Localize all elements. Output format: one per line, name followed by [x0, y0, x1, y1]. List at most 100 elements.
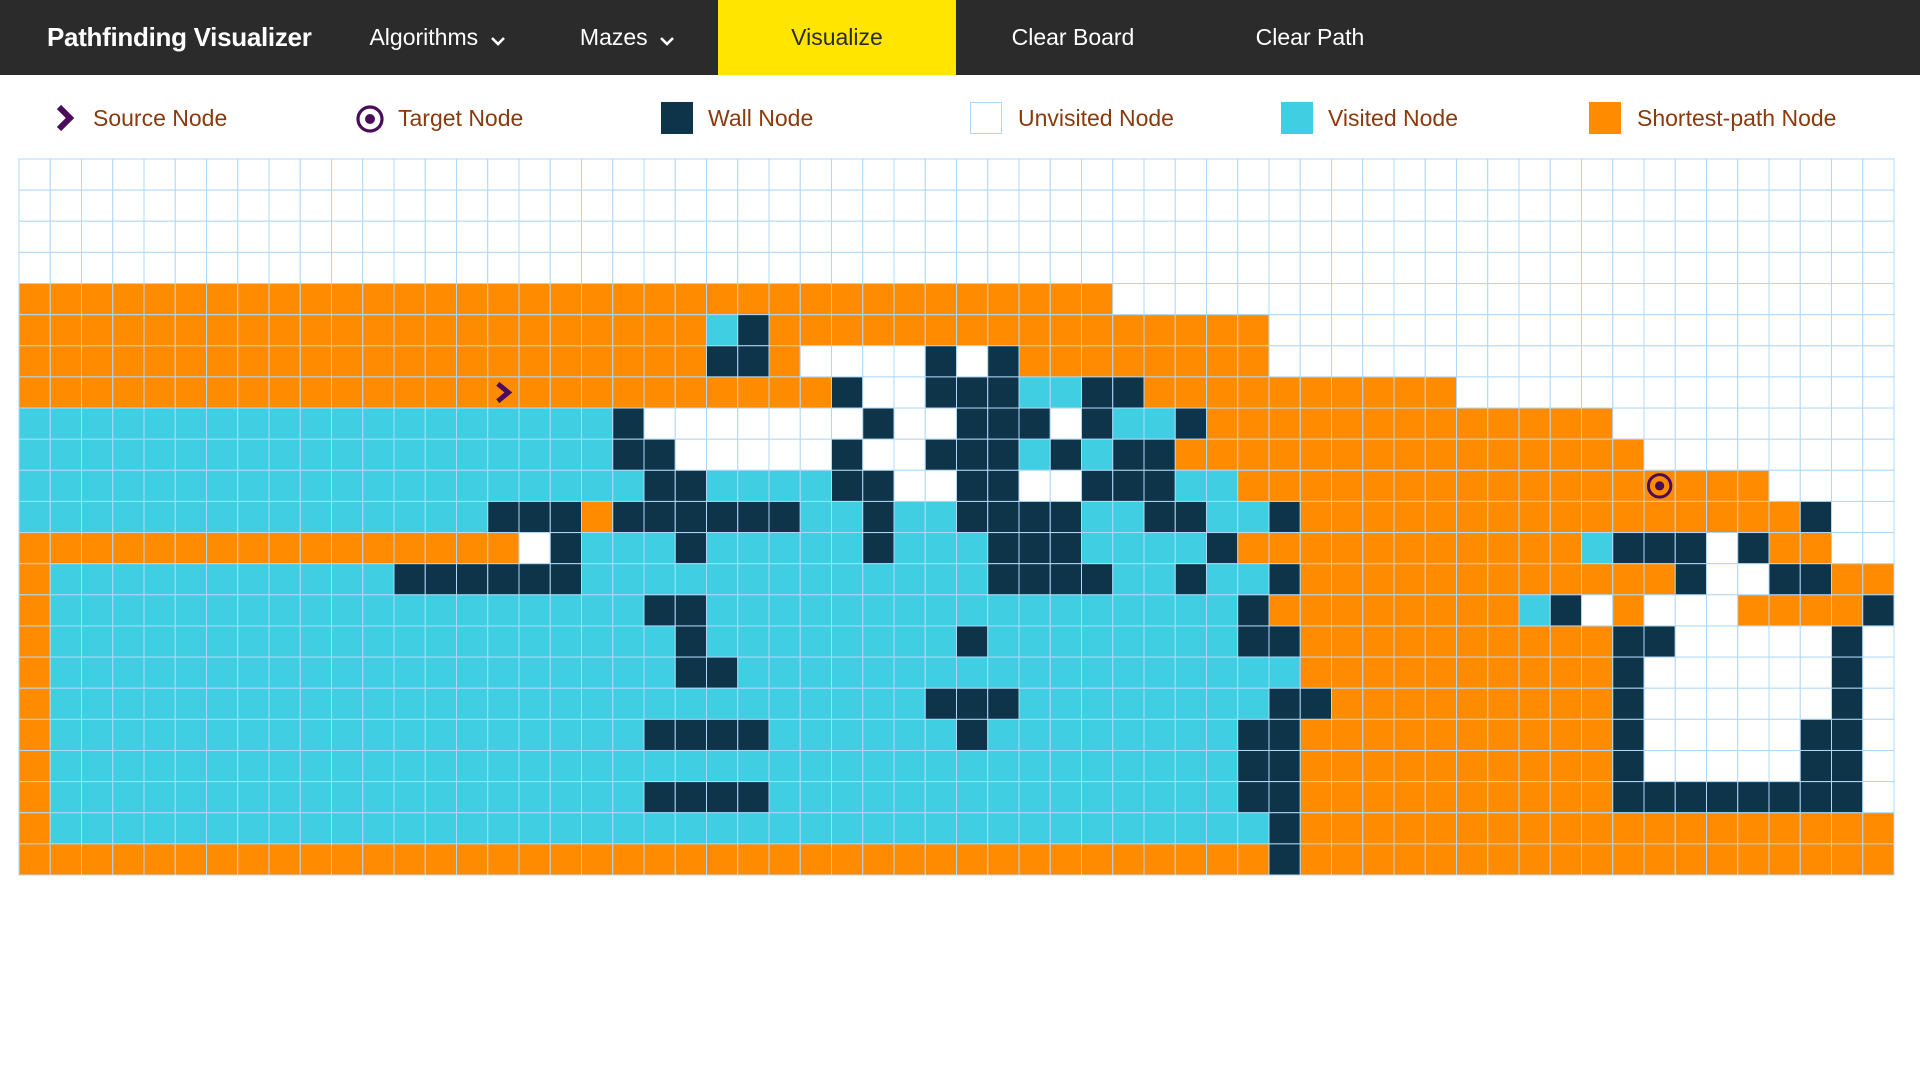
visited-node[interactable] [206, 500, 239, 534]
shortest-path-node[interactable] [1206, 407, 1239, 440]
unvisited-node[interactable] [674, 189, 707, 222]
visited-node[interactable] [331, 407, 364, 440]
unvisited-node[interactable] [1112, 220, 1145, 253]
shortest-path-node[interactable] [549, 843, 582, 876]
shortest-path-node[interactable] [1393, 749, 1426, 783]
unvisited-node[interactable] [1674, 376, 1707, 409]
shortest-path-node[interactable] [1549, 563, 1582, 596]
wall-node[interactable] [956, 376, 989, 409]
shortest-path-node[interactable] [1768, 843, 1801, 876]
unvisited-node[interactable] [1612, 220, 1645, 253]
unvisited-node[interactable] [143, 220, 176, 253]
visited-node[interactable] [956, 781, 989, 814]
wall-node[interactable] [1706, 781, 1739, 814]
visited-node[interactable] [393, 812, 426, 845]
unvisited-node[interactable] [1768, 625, 1801, 658]
shortest-path-node[interactable] [1018, 843, 1051, 876]
wall-node[interactable] [956, 625, 989, 658]
visited-node[interactable] [799, 500, 832, 534]
shortest-path-node[interactable] [49, 314, 82, 347]
shortest-path-node[interactable] [456, 314, 489, 347]
shortest-path-node[interactable] [1237, 407, 1270, 440]
unvisited-node[interactable] [1174, 251, 1207, 285]
unvisited-node[interactable] [1799, 625, 1832, 658]
visited-node[interactable] [362, 781, 395, 814]
visited-node[interactable] [456, 469, 489, 502]
wall-node[interactable] [987, 469, 1020, 502]
shortest-path-node[interactable] [487, 345, 520, 378]
shortest-path-node[interactable] [1299, 469, 1332, 502]
shortest-path-node[interactable] [1581, 812, 1614, 845]
unvisited-node[interactable] [1487, 251, 1520, 285]
shortest-path-node[interactable] [143, 532, 176, 565]
unvisited-node[interactable] [1862, 158, 1895, 191]
wall-node[interactable] [1549, 594, 1582, 627]
unvisited-node[interactable] [581, 251, 614, 285]
shortest-path-node[interactable] [299, 283, 332, 316]
unvisited-node[interactable] [1862, 469, 1895, 502]
shortest-path-node[interactable] [1487, 625, 1520, 658]
visited-node[interactable] [456, 625, 489, 658]
shortest-path-node[interactable] [81, 283, 114, 316]
shortest-path-node[interactable] [1487, 781, 1520, 814]
visited-node[interactable] [143, 563, 176, 596]
shortest-path-node[interactable] [206, 376, 239, 409]
unvisited-node[interactable] [1799, 345, 1832, 378]
shortest-path-node[interactable] [1456, 812, 1489, 845]
visited-node[interactable] [549, 625, 582, 658]
visited-node[interactable] [206, 625, 239, 658]
visited-node[interactable] [1112, 781, 1145, 814]
shortest-path-node[interactable] [1487, 843, 1520, 876]
shortest-path-node[interactable] [1299, 594, 1332, 627]
wall-node[interactable] [706, 656, 739, 689]
visited-node[interactable] [424, 469, 457, 502]
visited-node[interactable] [237, 407, 270, 440]
visited-node[interactable] [987, 812, 1020, 845]
shortest-path-node[interactable] [799, 843, 832, 876]
unvisited-node[interactable] [1299, 158, 1332, 191]
visited-node[interactable] [174, 469, 207, 502]
shortest-path-node[interactable] [643, 283, 676, 316]
unvisited-node[interactable] [1581, 220, 1614, 253]
unvisited-node[interactable] [518, 220, 551, 253]
visited-node[interactable] [362, 563, 395, 596]
unvisited-node[interactable] [1799, 220, 1832, 253]
wall-node[interactable] [956, 500, 989, 534]
shortest-path-node[interactable] [237, 345, 270, 378]
shortest-path-node[interactable] [1768, 594, 1801, 627]
shortest-path-node[interactable] [1518, 625, 1551, 658]
visited-node[interactable] [1112, 656, 1145, 689]
visited-node[interactable] [424, 500, 457, 534]
unvisited-node[interactable] [1549, 314, 1582, 347]
visited-node[interactable] [206, 656, 239, 689]
unvisited-node[interactable] [1799, 687, 1832, 720]
shortest-path-node[interactable] [1518, 407, 1551, 440]
shortest-path-node[interactable] [1612, 438, 1645, 471]
unvisited-node[interactable] [1862, 345, 1895, 378]
shortest-path-node[interactable] [831, 843, 864, 876]
unvisited-node[interactable] [612, 158, 645, 191]
visited-node[interactable] [1268, 656, 1301, 689]
unvisited-node[interactable] [1862, 407, 1895, 440]
visited-node[interactable] [706, 469, 739, 502]
shortest-path-node[interactable] [1299, 656, 1332, 689]
unvisited-node[interactable] [1737, 189, 1770, 222]
shortest-path-node[interactable] [1643, 812, 1676, 845]
visited-node[interactable] [268, 812, 301, 845]
unvisited-node[interactable] [1206, 158, 1239, 191]
unvisited-node[interactable] [862, 220, 895, 253]
shortest-path-node[interactable] [1174, 438, 1207, 471]
shortest-path-node[interactable] [1706, 469, 1739, 502]
unvisited-node[interactable] [893, 345, 926, 378]
unvisited-node[interactable] [1706, 283, 1739, 316]
shortest-path-node[interactable] [1112, 345, 1145, 378]
shortest-path-node[interactable] [1518, 469, 1551, 502]
unvisited-node[interactable] [1456, 314, 1489, 347]
shortest-path-node[interactable] [1518, 749, 1551, 783]
shortest-path-node[interactable] [1518, 563, 1551, 596]
shortest-path-node[interactable] [862, 314, 895, 347]
shortest-path-node[interactable] [393, 376, 426, 409]
unvisited-node[interactable] [831, 158, 864, 191]
shortest-path-node[interactable] [237, 283, 270, 316]
visited-node[interactable] [331, 812, 364, 845]
